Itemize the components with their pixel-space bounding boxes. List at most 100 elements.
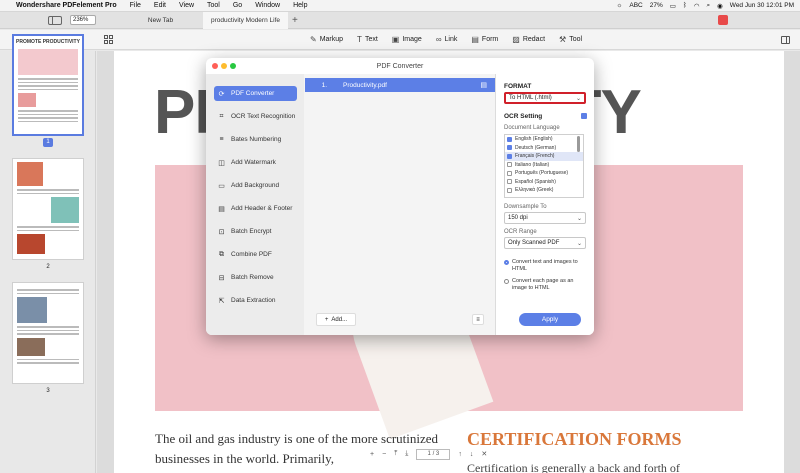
battery-icon[interactable]: ▭ — [670, 2, 676, 10]
language-item[interactable]: Italiano (Italian) — [505, 161, 583, 170]
clock[interactable]: Wed Jun 30 12:01 PM — [730, 2, 794, 9]
text-tool[interactable]: T Text — [357, 35, 378, 44]
ocr-checkbox[interactable] — [581, 113, 587, 119]
add-file-button[interactable]: + Add... — [316, 313, 356, 326]
radio-selected[interactable] — [504, 260, 509, 265]
control-center-icon[interactable]: ◉ — [717, 2, 723, 10]
right-panel-icon[interactable] — [781, 35, 790, 44]
list-options-icon[interactable]: ≡ — [472, 314, 484, 325]
dialog-title: PDF Converter — [376, 62, 424, 70]
language-scrollbar[interactable] — [577, 136, 580, 152]
checkbox-unchecked[interactable] — [507, 170, 512, 176]
tab-productivity[interactable]: productivity Modern Life — [203, 11, 288, 29]
first-page-icon[interactable]: ⤒ — [394, 450, 397, 458]
wifi-icon[interactable]: ◠ — [694, 2, 700, 10]
menu-tool[interactable]: Tool — [207, 2, 220, 9]
radio-unselected[interactable] — [504, 279, 509, 284]
option-text-images[interactable]: Convert text and images to HTML — [504, 259, 586, 273]
nav-pdf-converter[interactable]: ⟳ PDF Converter — [214, 86, 297, 101]
add-tab-icon[interactable]: + — [292, 15, 298, 26]
language-item[interactable]: Español (Spanish) — [505, 178, 583, 187]
menu-app-name[interactable]: Wondershare PDFelement Pro — [16, 2, 117, 9]
language-list[interactable]: English (English) Deutsch (German) Franç… — [504, 134, 584, 198]
thumbnail-number-1[interactable]: 1 — [43, 138, 53, 147]
menu-window[interactable]: Window — [255, 2, 280, 9]
brightness-icon[interactable]: ☼ — [616, 2, 622, 9]
menu-view[interactable]: View — [179, 2, 194, 9]
tab-new-tab[interactable]: New Tab — [118, 12, 203, 29]
nav-header-footer[interactable]: ▤ Add Header & Footer — [214, 201, 297, 216]
apply-button[interactable]: Apply — [519, 313, 581, 326]
input-method[interactable]: ABC — [629, 2, 642, 9]
nav-data-extraction[interactable]: ⇱ Data Extraction — [214, 293, 297, 308]
language-item[interactable]: Deutsch (German) — [505, 144, 583, 153]
menu-edit[interactable]: Edit — [154, 2, 166, 9]
zoom-window-icon[interactable] — [230, 63, 236, 69]
checkbox-checked[interactable] — [507, 136, 512, 142]
next-page-icon[interactable]: ↓ — [470, 451, 474, 458]
checkbox-unchecked[interactable] — [507, 162, 512, 168]
menu-file[interactable]: File — [130, 2, 141, 9]
bluetooth-icon[interactable]: ᛒ — [683, 2, 687, 9]
thumbnail-page-3[interactable] — [12, 282, 84, 384]
nav-ocr[interactable]: ⌗ OCR Text Recognition — [214, 109, 297, 124]
battery-percent: 27% — [649, 2, 663, 9]
search-icon[interactable]: ⌕ — [706, 2, 710, 10]
file-page-icon[interactable]: ▤ — [480, 81, 487, 89]
option-page-as-image[interactable]: Convert each page as an image to HTML — [504, 278, 586, 292]
checkbox-checked[interactable] — [507, 145, 512, 151]
remove-icon: ⊟ — [218, 274, 225, 282]
redact-icon: ▨ — [512, 35, 520, 44]
language-item[interactable]: Ελληνικά (Greek) — [505, 186, 583, 195]
minimize-window-icon[interactable] — [221, 63, 227, 69]
downsample-select[interactable]: 150 dpi ⌄ — [504, 212, 586, 224]
tool-menu[interactable]: ⚒ Tool — [559, 35, 582, 44]
thumbnail-number-2[interactable]: 2 — [43, 263, 53, 272]
language-item[interactable]: Português (Portuguese) — [505, 169, 583, 178]
thumbnail-page-2[interactable] — [12, 158, 84, 260]
plus-icon: + — [324, 316, 329, 323]
sidebar-toggle-icon[interactable] — [48, 15, 62, 25]
image-tool[interactable]: ▣ Image — [392, 35, 422, 44]
nav-batch-encrypt[interactable]: ⊡ Batch Encrypt — [214, 224, 297, 239]
form-tool[interactable]: ▤ Form — [471, 35, 498, 44]
thumbnail-grid-icon[interactable] — [104, 35, 113, 44]
last-page-icon[interactable]: ⤓ — [405, 450, 408, 458]
page-navigation: + − ⤒ ⤓ 1 / 3 ↑ ↓ ✕ — [370, 447, 530, 461]
menu-go[interactable]: Go — [233, 2, 242, 9]
nav-combine-pdf[interactable]: ⧉ Combine PDF — [214, 247, 297, 262]
zoom-in-icon[interactable]: + — [370, 451, 374, 458]
zoom-select[interactable]: 236% — [70, 15, 96, 25]
thumbnail-page-1[interactable]: PROMOTE PRODUCTIVITY — [12, 34, 84, 136]
checkbox-checked[interactable] — [507, 153, 512, 159]
format-select[interactable]: To HTML (.html) ⌄ — [504, 92, 586, 104]
nav-batch-remove[interactable]: ⊟ Batch Remove — [214, 270, 297, 285]
ocr-setting-label: OCR Setting — [504, 113, 543, 120]
redact-tool[interactable]: ▨ Redact — [512, 35, 545, 44]
zoom-out-icon[interactable]: − — [382, 451, 386, 458]
close-window-icon[interactable] — [212, 63, 218, 69]
convert-icon: ⟳ — [218, 90, 225, 98]
link-tool[interactable]: ∞ Link — [436, 35, 458, 44]
checkbox-unchecked[interactable] — [507, 179, 512, 185]
menu-help[interactable]: Help — [293, 2, 307, 9]
nav-add-background[interactable]: ▭ Add Background — [214, 178, 297, 193]
language-item[interactable]: English (English) — [505, 135, 583, 144]
chevron-down-icon: ⌄ — [576, 240, 582, 247]
markup-tool[interactable]: ✎ Markup — [310, 35, 343, 44]
pdf-converter-dialog: PDF Converter ⟳ PDF Converter ⌗ OCR Text R… — [206, 58, 594, 335]
page-number-input[interactable]: 1 / 3 — [416, 448, 451, 460]
ocr-range-select[interactable]: Only Scanned PDF ⌄ — [504, 237, 586, 249]
nav-bates-numbering[interactable]: ≡ Bates Numbering — [214, 132, 297, 147]
nav-add-watermark[interactable]: ◫ Add Watermark — [214, 155, 297, 170]
image-icon: ▣ — [391, 35, 400, 44]
language-item[interactable]: Français (French) — [505, 152, 583, 161]
background-icon: ▭ — [218, 182, 225, 190]
thumbnail-number-3[interactable]: 3 — [43, 387, 53, 396]
close-nav-icon[interactable]: ✕ — [481, 450, 487, 458]
form-icon: ▤ — [471, 35, 479, 44]
checkbox-unchecked[interactable] — [507, 187, 512, 193]
ocr-icon: ⌗ — [219, 112, 224, 120]
file-row[interactable]: 1. Productivity.pdf ▤ — [305, 78, 495, 92]
prev-page-icon[interactable]: ↑ — [458, 451, 462, 458]
